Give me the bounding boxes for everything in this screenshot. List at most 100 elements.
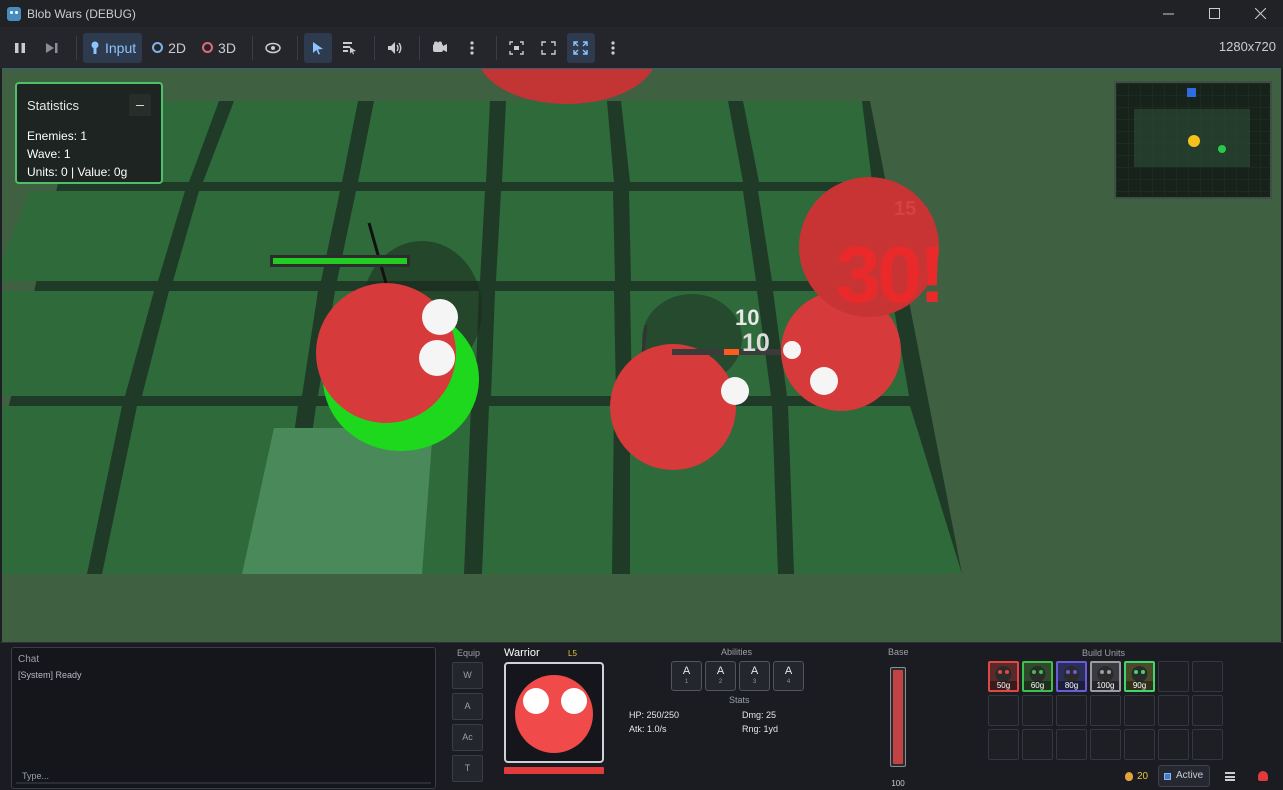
close-window-button[interactable] (1237, 0, 1283, 27)
empty-build-slot[interactable] (1056, 695, 1087, 726)
unit-portrait-icon (1063, 666, 1080, 682)
fixed-size-icon (509, 40, 525, 55)
mode-3d-button[interactable]: 3D (196, 33, 242, 63)
game-viewport[interactable]: 15 30! 10 10 Statistics – Enemies: 1 Wav… (2, 68, 1281, 642)
status-toggle[interactable]: Active (1158, 765, 1210, 787)
empty-build-slot[interactable] (1022, 695, 1053, 726)
blob-eye (419, 340, 455, 376)
equip-slot-armor[interactable]: A (452, 693, 483, 720)
empty-build-slot[interactable] (1124, 729, 1155, 760)
more-options-button[interactable] (458, 33, 486, 63)
expand-icon (541, 40, 557, 55)
warrior-portrait-icon (515, 675, 593, 753)
minimap[interactable] (1114, 81, 1272, 199)
close-icon (1254, 8, 1266, 19)
equip-slot-trinket[interactable]: T (452, 755, 483, 782)
camera-override-button[interactable] (426, 33, 454, 63)
empty-build-slot[interactable] (1090, 695, 1121, 726)
equip-label: Equip (457, 648, 481, 658)
wave-number: Wave: 1 (27, 147, 71, 161)
units-value: Units: 0 | Value: 0g (27, 165, 128, 179)
audio-button[interactable] (381, 33, 409, 63)
chat-title: Chat (18, 654, 40, 665)
blob-eye (422, 299, 458, 335)
build-unit-slot[interactable]: 100g (1090, 661, 1121, 692)
ability-key: A (716, 665, 725, 677)
unit-name: Warrior (504, 647, 540, 659)
unit-portrait[interactable] (504, 662, 604, 763)
next-frame-button[interactable] (38, 33, 66, 63)
unit-cost: 100g (1092, 681, 1119, 690)
empty-build-slot[interactable] (1192, 695, 1223, 726)
statistics-header: Statistics – (27, 94, 151, 116)
ability-number: 2 (718, 679, 723, 685)
empty-build-slot[interactable] (1090, 729, 1121, 760)
window-title: Blob Wars (DEBUG) (27, 6, 136, 21)
minimap-base-marker (1187, 88, 1196, 97)
unit-attack-speed-stat: Atk: 1.0/s (629, 724, 667, 734)
build-unit-slot[interactable]: 60g (1022, 661, 1053, 692)
empty-build-slot[interactable] (988, 695, 1019, 726)
equip-slot-weapon[interactable]: W (452, 662, 483, 689)
list-select-button[interactable] (336, 33, 364, 63)
build-unit-slot[interactable]: 50g (988, 661, 1019, 692)
input-mode-button[interactable]: Input (83, 32, 143, 63)
ability-slot-1[interactable]: A 1 (671, 661, 702, 691)
toolbar-separator (495, 35, 497, 60)
damage-number: 10 (742, 329, 770, 357)
toolbar-separator (76, 35, 77, 60)
window-controls (1145, 0, 1283, 27)
base-label: Base (888, 647, 909, 657)
equip-slot-accessory[interactable]: Ac (452, 724, 483, 751)
fixed-size-button[interactable] (503, 33, 531, 63)
menu-icon[interactable] (1225, 772, 1235, 781)
gold-bag-icon (1125, 772, 1133, 781)
embed-options-button[interactable] (599, 33, 627, 63)
unit-portrait-icon (1131, 666, 1148, 682)
mode-2d-button[interactable]: 2D (146, 33, 192, 63)
toolbar-separator (418, 35, 420, 60)
empty-build-slot[interactable] (988, 729, 1019, 760)
empty-build-slot[interactable] (1192, 729, 1223, 760)
status-square-icon (1164, 773, 1171, 780)
unit-cost: 50g (990, 681, 1017, 690)
build-unit-slot[interactable]: 90g (1124, 661, 1155, 692)
alert-icon[interactable] (1258, 771, 1268, 781)
pause-button[interactable] (6, 33, 34, 63)
empty-build-slot[interactable] (1158, 661, 1189, 692)
build-units-label: Build Units (1082, 648, 1126, 658)
empty-build-slot[interactable] (1158, 729, 1189, 760)
enemy-blob[interactable] (610, 344, 736, 470)
unit-range-stat: Rng: 1yd (742, 724, 779, 734)
visibility-button[interactable] (259, 33, 287, 63)
statistics-minimize-button[interactable]: – (129, 94, 151, 116)
blob-eye (810, 367, 838, 395)
camera-icon (432, 41, 447, 52)
keep-aspect-button[interactable] (535, 33, 563, 63)
minimize-window-button[interactable] (1145, 0, 1191, 27)
stretch-button[interactable] (566, 32, 595, 63)
chat-panel: Chat [System] Ready Type... (11, 647, 436, 789)
minimap-player-marker (1188, 135, 1200, 147)
empty-build-slot[interactable] (1158, 695, 1189, 726)
ability-slot-4[interactable]: A 4 (773, 661, 804, 691)
critical-damage-number: 30! (836, 230, 946, 319)
ability-slot-3[interactable]: A 3 (739, 661, 770, 691)
maximize-window-button[interactable] (1191, 0, 1237, 27)
build-unit-slot[interactable]: 80g (1056, 661, 1087, 692)
godot-app-icon (7, 6, 21, 21)
unit-cost: 80g (1058, 681, 1085, 690)
game-scene[interactable] (2, 69, 1281, 642)
empty-build-slot[interactable] (1056, 729, 1087, 760)
unit-cost: 90g (1126, 681, 1153, 690)
ability-slot-2[interactable]: A 2 (705, 661, 736, 691)
empty-build-slot[interactable] (1192, 661, 1223, 692)
chat-input[interactable]: Type... (16, 768, 431, 784)
select-tool-button[interactable] (303, 32, 332, 63)
mode-3d-icon (202, 42, 214, 53)
empty-build-slot[interactable] (1022, 729, 1053, 760)
minimize-icon (1162, 13, 1174, 15)
unit-portrait-icon (995, 666, 1012, 682)
chat-message: [System] Ready (18, 670, 82, 680)
empty-build-slot[interactable] (1124, 695, 1155, 726)
